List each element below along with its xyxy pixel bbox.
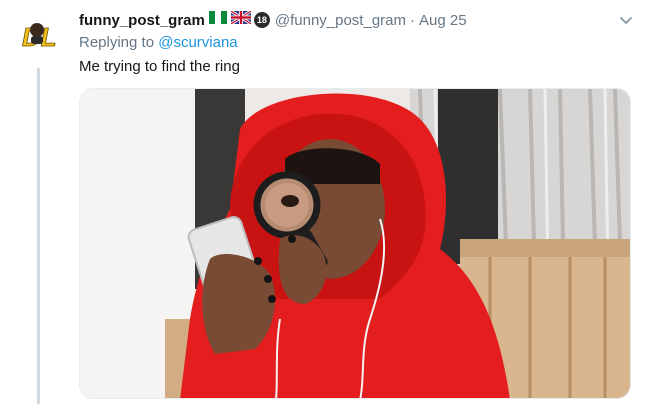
tweet-header: funny_post_gram 18 @funny_post_gram · Au… — [79, 9, 467, 30]
tweet-text: Me trying to find the ring — [79, 58, 240, 75]
replying-to: Replying to @scurviana — [79, 34, 238, 51]
reply-user-link[interactable]: @scurviana — [158, 34, 237, 51]
separator-dot: · — [410, 11, 415, 29]
nigeria-flag-icon — [208, 11, 227, 29]
avatar[interactable]: DL — [12, 10, 64, 62]
tweet-date[interactable]: Aug 25 — [419, 12, 467, 29]
tweet-card[interactable]: DL funny_post_gram 18 — [0, 0, 650, 404]
chevron-down-icon[interactable] — [618, 12, 634, 28]
display-name[interactable]: funny_post_gram — [79, 12, 205, 29]
uk-flag-icon — [230, 9, 252, 29]
reply-prefix: Replying to — [79, 34, 155, 51]
age-18-badge: 18 — [253, 12, 270, 28]
thread-line — [37, 68, 40, 404]
tweet-photo[interactable] — [79, 88, 631, 399]
user-handle[interactable]: @funny_post_gram — [275, 12, 406, 29]
